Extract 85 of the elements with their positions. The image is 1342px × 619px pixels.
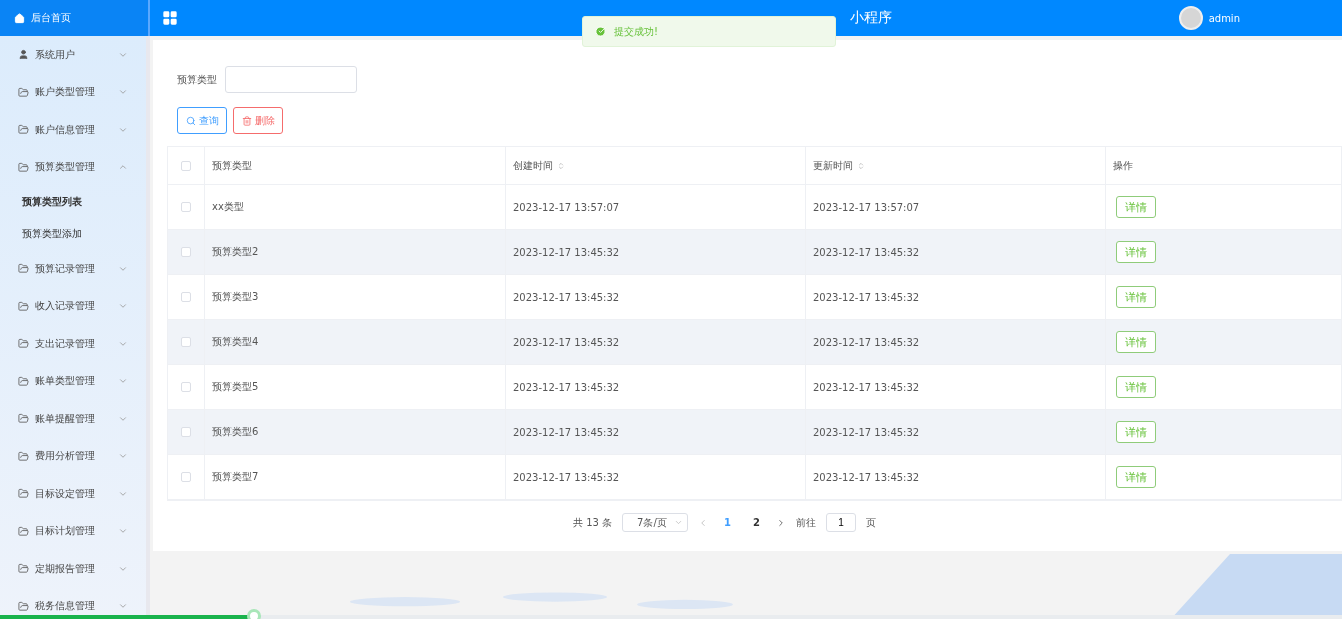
folder-icon bbox=[18, 450, 29, 462]
folder-icon bbox=[18, 338, 29, 350]
sidebar-item[interactable]: 账单提醒管理 bbox=[0, 400, 146, 438]
table-cell: 2023-12-17 13:45:32 bbox=[513, 381, 620, 393]
checkbox[interactable] bbox=[181, 472, 191, 482]
table-cell: 预算类型3 bbox=[212, 290, 259, 304]
page-size-select[interactable]: 7条/页 bbox=[622, 513, 689, 532]
sidebar-item[interactable]: 系统用户 bbox=[0, 36, 146, 74]
chevron-down-icon bbox=[674, 518, 684, 527]
page-suffix: 页 bbox=[866, 515, 876, 530]
column-header[interactable]: 创建时间 bbox=[513, 158, 553, 173]
table-cell: 2023-12-17 13:45:32 bbox=[513, 246, 620, 258]
table-cell: 2023-12-17 13:45:32 bbox=[513, 336, 620, 348]
goto-label: 前往 bbox=[796, 515, 816, 530]
table-cell: 2023-12-17 13:45:32 bbox=[813, 246, 920, 258]
table-cell: xx类型 bbox=[212, 200, 244, 214]
field-label: 预算类型 bbox=[177, 72, 217, 87]
search-icon bbox=[185, 115, 196, 126]
table-cell: 预算类型7 bbox=[212, 470, 259, 484]
column-header[interactable]: 操作 bbox=[1113, 158, 1133, 173]
folder-icon bbox=[18, 300, 29, 312]
check-icon bbox=[595, 26, 606, 37]
table-cell: 2023-12-17 13:45:32 bbox=[813, 381, 920, 393]
sidebar-item[interactable]: 税务信息管理 bbox=[0, 587, 146, 619]
folder-icon bbox=[18, 263, 29, 275]
grid-menu-icon[interactable] bbox=[162, 10, 178, 26]
table-cell: 2023-12-17 13:45:32 bbox=[513, 426, 620, 438]
folder-icon bbox=[18, 124, 29, 136]
username[interactable]: admin bbox=[1208, 12, 1240, 24]
folder-icon bbox=[18, 525, 29, 537]
checkbox[interactable] bbox=[181, 292, 191, 302]
home-link[interactable]: 后台首页 bbox=[0, 0, 150, 36]
table-cell: 2023-12-17 13:45:32 bbox=[813, 471, 920, 483]
page-number[interactable]: 2 bbox=[747, 517, 766, 528]
checkbox[interactable] bbox=[181, 247, 191, 257]
sidebar-item[interactable]: 支出记录管理 bbox=[0, 325, 146, 363]
table-cell: 预算类型2 bbox=[212, 245, 259, 259]
page-input[interactable]: 1 bbox=[826, 513, 856, 532]
total-count: 共 13 条 bbox=[573, 515, 613, 530]
sidebar-item[interactable]: 费用分析管理 bbox=[0, 437, 146, 475]
user-icon bbox=[18, 49, 29, 61]
table-cell: 预算类型4 bbox=[212, 335, 259, 349]
submenu-item[interactable]: 预算类型添加 bbox=[0, 218, 146, 250]
trash-icon bbox=[241, 115, 252, 126]
table-cell: 预算类型5 bbox=[212, 380, 259, 394]
input-field[interactable] bbox=[225, 66, 357, 93]
home-icon bbox=[14, 12, 25, 24]
app-title: 小程序 bbox=[850, 9, 892, 27]
sidebar-item[interactable]: 目标设定管理 bbox=[0, 475, 146, 513]
sidebar-item[interactable]: 定期报告管理 bbox=[0, 550, 146, 588]
table-cell: 2023-12-17 13:45:32 bbox=[513, 471, 620, 483]
sidebar-item[interactable]: 收入记录管理 bbox=[0, 287, 146, 325]
folder-icon bbox=[18, 161, 29, 173]
sidebar-item[interactable]: 账户类型管理 bbox=[0, 73, 146, 111]
sort-icon[interactable] bbox=[857, 161, 865, 170]
folder-icon bbox=[18, 563, 29, 575]
checkbox[interactable] bbox=[181, 202, 191, 212]
checkbox[interactable] bbox=[181, 427, 191, 437]
folder-icon bbox=[18, 600, 29, 612]
sidebar-item[interactable]: 账单类型管理 bbox=[0, 362, 146, 400]
sort-icon[interactable] bbox=[557, 161, 565, 170]
table-cell: 预算类型6 bbox=[212, 425, 259, 439]
checkbox[interactable] bbox=[181, 337, 191, 347]
column-header[interactable]: 预算类型 bbox=[212, 158, 252, 173]
table-cell: 2023-12-17 13:45:32 bbox=[813, 426, 920, 438]
submenu-item[interactable]: 预算类型列表 bbox=[0, 186, 146, 218]
table-cell: 2023-12-17 13:57:07 bbox=[513, 201, 620, 213]
column-header[interactable]: 更新时间 bbox=[813, 158, 853, 173]
avatar-icon[interactable] bbox=[1178, 6, 1203, 30]
sidebar-item[interactable]: 账户信息管理 bbox=[0, 111, 146, 149]
folder-icon bbox=[18, 488, 29, 500]
checkbox[interactable] bbox=[181, 382, 191, 392]
next-page-icon[interactable] bbox=[776, 517, 786, 528]
table-cell: 2023-12-17 13:45:32 bbox=[513, 291, 620, 303]
folder-icon bbox=[18, 86, 29, 98]
sidebar-item[interactable]: 预算类型管理 bbox=[0, 148, 146, 186]
table-cell: 2023-12-17 13:57:07 bbox=[813, 201, 920, 213]
folder-icon bbox=[18, 375, 29, 387]
sidebar-item[interactable]: 预算记录管理 bbox=[0, 250, 146, 288]
sidebar-item[interactable]: 目标计划管理 bbox=[0, 512, 146, 550]
checkbox[interactable] bbox=[181, 160, 191, 171]
table-cell: 2023-12-17 13:45:32 bbox=[813, 291, 920, 303]
success-toast: 提交成功! bbox=[582, 16, 836, 47]
table-cell: 2023-12-17 13:45:32 bbox=[813, 336, 920, 348]
folder-icon bbox=[18, 413, 29, 425]
